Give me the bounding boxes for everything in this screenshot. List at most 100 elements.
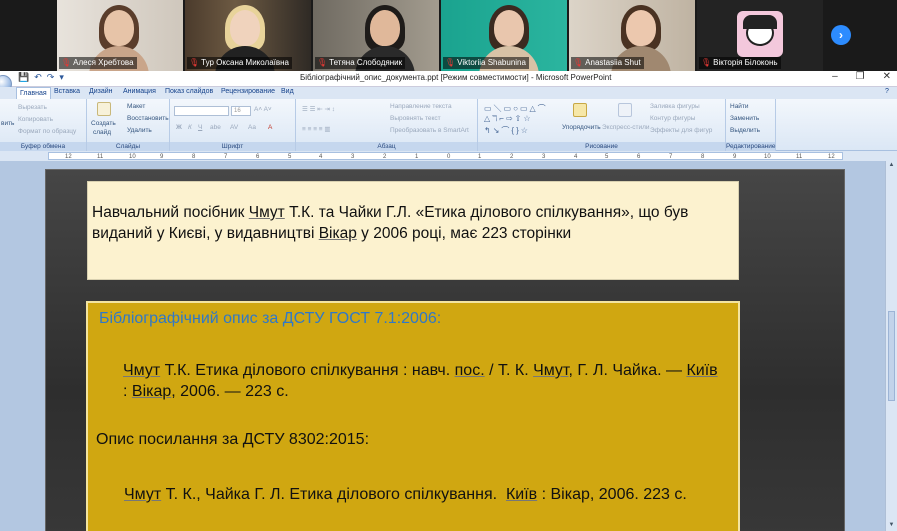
align-text-button[interactable]: Выровнять текст <box>390 115 441 122</box>
ruler-tick: 3 <box>351 154 355 160</box>
convert-smartart-button[interactable]: Преобразовать в SmartArt <box>390 127 469 134</box>
ruler-tick: 2 <box>383 154 387 160</box>
arrange-icon <box>573 103 587 117</box>
shapes-gallery-row3[interactable]: ↰↘⌒{}☆ <box>484 125 530 136</box>
mic-muted-icon: 🎙 <box>189 58 200 67</box>
tab-view[interactable]: Вид <box>281 88 294 95</box>
ruler-tick: 7 <box>224 154 228 160</box>
layout-button[interactable]: Макет <box>127 103 145 110</box>
font-name-input[interactable] <box>174 106 229 116</box>
tab-insert[interactable]: Вставка <box>54 88 80 95</box>
participant-tile[interactable]: 🎙 Вікторія Білоконь <box>697 0 823 71</box>
copy-button[interactable]: Копировать <box>18 116 53 123</box>
window-title: Бібліографічний_опис_документа.ppt [Режи… <box>300 73 612 82</box>
change-case-button[interactable]: Aa <box>248 124 256 131</box>
next-page-button[interactable]: › <box>831 25 851 45</box>
arrange-button[interactable]: Упорядочить <box>562 124 601 131</box>
shape-fill-button[interactable]: Заливка фигуры <box>650 103 700 110</box>
group-slides: Создать слайд Макет Восстановить Удалить… <box>87 99 170 151</box>
minimize-button[interactable]: – <box>832 71 838 82</box>
align-buttons[interactable]: ≡ ≡ ≡ ≡ ▥ <box>302 125 331 133</box>
redo-icon[interactable]: ↷ <box>47 72 55 83</box>
window-controls: – ❐ ✕ <box>832 71 891 82</box>
underline-button[interactable]: Ч <box>198 124 202 131</box>
mic-muted-icon: 🎙 <box>317 58 328 67</box>
group-label: Шрифт <box>170 142 295 151</box>
shapes-gallery[interactable]: ▭＼▭○▭△⌒ <box>484 103 548 114</box>
bullets-button[interactable]: ☰ ☰ ⇤ ⇥ ↕ <box>302 105 335 113</box>
tab-home[interactable]: Главная <box>16 87 51 99</box>
character-spacing-button[interactable]: AV <box>230 124 238 131</box>
scroll-down-icon[interactable]: ▼ <box>887 521 896 530</box>
participant-tile[interactable]: 🎙 Viktoriia Shabunina <box>441 0 567 71</box>
ruler-tick: 4 <box>319 154 323 160</box>
close-button[interactable]: ✕ <box>883 71 891 82</box>
delete-slide-button[interactable]: Удалить <box>127 127 152 134</box>
select-button[interactable]: Выделить <box>730 127 760 134</box>
ruler-tick: 10 <box>129 154 136 160</box>
bold-button[interactable]: Ж <box>176 124 182 131</box>
ruler-tick: 12 <box>65 154 72 160</box>
vertical-scrollbar[interactable]: ▲ ▼ <box>885 161 897 531</box>
horizontal-ruler[interactable]: 12 11 10 9 8 7 6 5 4 3 2 1 0 1 2 3 4 5 6 7 8 9 10 11 12 <box>0 151 897 161</box>
ribbon-tabs: Главная Вставка Дизайн Анимация Показ сл… <box>0 87 897 99</box>
reset-button[interactable]: Восстановить <box>127 115 169 122</box>
task-text-box[interactable]: Навчальний посібник Чмут Т.К. та Чайки Г… <box>87 181 739 280</box>
format-painter-button[interactable]: Формат по образцу <box>18 128 76 135</box>
new-slide-button-label[interactable]: слайд <box>93 129 111 136</box>
tab-slideshow[interactable]: Показ слайдов <box>165 88 213 95</box>
participant-tile[interactable]: 🎙 Anastasiia Shut <box>569 0 695 71</box>
shape-outline-button[interactable]: Контур фигуры <box>650 115 695 122</box>
find-button[interactable]: Найти <box>730 103 749 110</box>
tab-review[interactable]: Рецензирование <box>221 88 275 95</box>
text-direction-button[interactable]: Направление текста <box>390 103 452 110</box>
ruler-tick: 10 <box>764 154 771 160</box>
grow-font-icon[interactable]: A˄ A˅ <box>254 106 272 113</box>
slide-canvas[interactable]: Навчальний посібник Чмут Т.К. та Чайки Г… <box>45 169 845 531</box>
tab-animations[interactable]: Анимация <box>123 88 156 95</box>
shape-effects-button[interactable]: Эффекты для фигур <box>650 127 712 134</box>
group-drawing: ▭＼▭○▭△⌒ △ℸ⌐⇨⇧☆ ↰↘⌒{}☆ Упорядочить Экспре… <box>478 99 726 151</box>
undo-icon[interactable]: ↶ <box>34 72 42 83</box>
ruler-tick: 6 <box>637 154 641 160</box>
paste-button[interactable]: вить <box>1 120 14 127</box>
scroll-up-icon[interactable]: ▲ <box>887 161 896 170</box>
ruler-tick: 5 <box>605 154 609 160</box>
tab-design[interactable]: Дизайн <box>89 88 113 95</box>
mic-muted-icon: 🎙 <box>573 58 584 67</box>
participant-name-tag: 🎙 Тетяна Слободяник <box>315 57 406 69</box>
ruler-scale: 12 11 10 9 8 7 6 5 4 3 2 1 0 1 2 3 4 5 6 7 8 9 10 11 12 <box>48 152 843 160</box>
new-slide-button[interactable]: Создать <box>91 120 116 127</box>
participant-tile-active-speaker[interactable]: 🎙 Тетяна Слободяник <box>313 0 439 71</box>
font-color-button[interactable]: A <box>268 124 272 131</box>
cut-button[interactable]: Вырезать <box>18 104 47 111</box>
task-text: Навчальний посібник Чмут Т.К. та Чайки Г… <box>92 204 689 242</box>
participant-name-tag: 🎙 Тур Оксана Миколаївна <box>187 57 292 69</box>
font-size-input[interactable]: 16 <box>231 106 251 116</box>
ruler-tick: 11 <box>97 154 104 160</box>
new-slide-icon <box>97 102 111 116</box>
customize-qat-icon[interactable]: ▾ <box>59 72 64 83</box>
participant-name-tag: 🎙 Viktoriia Shabunina <box>443 57 529 69</box>
ruler-tick: 9 <box>733 154 737 160</box>
quick-styles-button[interactable]: Экспресс-стили <box>602 124 650 131</box>
group-paragraph: ☰ ☰ ⇤ ⇥ ↕ ≡ ≡ ≡ ≡ ▥ Направление текста В… <box>296 99 478 151</box>
replace-button[interactable]: Заменить <box>730 115 759 122</box>
ribbon: вить Вырезать Копировать Формат по образ… <box>0 99 897 151</box>
ruler-tick: 1 <box>415 154 419 160</box>
help-icon[interactable]: ? <box>885 88 889 95</box>
strikethrough-button[interactable]: abe <box>210 124 221 131</box>
scrollbar-thumb[interactable] <box>888 311 895 401</box>
slide-editing-area[interactable]: Навчальний посібник Чмут Т.К. та Чайки Г… <box>0 161 885 531</box>
mic-muted-icon: 🎙 <box>445 58 456 67</box>
quick-access-toolbar: 💾 ↶ ↷ ▾ <box>6 72 64 83</box>
participant-name: Тур Оксана Миколаївна <box>201 58 289 67</box>
save-icon[interactable]: 💾 <box>18 72 29 83</box>
italic-button[interactable]: К <box>188 124 192 131</box>
answer-text-box[interactable]: Бібліографічний опис за ДСТУ ГОСТ 7.1:20… <box>86 301 740 531</box>
participant-tile[interactable]: 🎙 Тур Оксана Миколаївна <box>185 0 311 71</box>
participant-tile[interactable]: 🎙 Алеся Хребтова <box>57 0 183 71</box>
ruler-tick: 1 <box>478 154 482 160</box>
maximize-button[interactable]: ❐ <box>856 71 865 82</box>
shapes-gallery-row2[interactable]: △ℸ⌐⇨⇧☆ <box>484 114 533 123</box>
